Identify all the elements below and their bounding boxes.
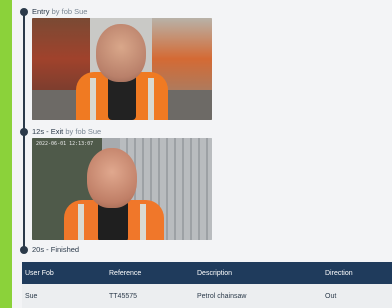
event-action: by fob Sue [51,7,88,16]
column-header-description[interactable]: Description [194,262,322,284]
exit-snapshot-image[interactable]: 2022-06-01 12:13:07 [32,138,212,240]
cell-reference: TT45575 [106,284,194,308]
table-header-row: User Fob Reference Description Direction [22,262,392,284]
column-header-reference[interactable]: Reference [106,262,194,284]
event-label-exit: 12s - Exit by fob Sue [32,127,101,136]
person-head [87,148,137,208]
timeline-dot-exit [20,128,28,136]
screen: Entry by fob Sue 12s - Exit by fob Sue 2… [12,0,392,308]
vest-stripe [78,204,84,240]
vest-stripe [140,204,146,240]
cell-description: Petrol chainsaw [194,284,322,308]
entry-snapshot-image[interactable] [32,18,212,120]
timeline-dot-entry [20,8,28,16]
vest-stripe [148,78,154,120]
column-header-user-fob[interactable]: User Fob [22,262,106,284]
event-label-finished: 20s - Finished [32,245,79,254]
column-header-direction[interactable]: Direction [322,262,392,284]
event-action: by fob Sue [65,127,102,136]
cell-user-fob: Sue [22,284,106,308]
table-row[interactable]: Sue TT45575 Petrol chainsaw Out [22,284,392,308]
event-time: 20s - Finished [32,245,80,254]
timeline-dot-finished [20,246,28,254]
fob-log-table: User Fob Reference Description Direction… [22,262,392,308]
snapshot-timestamp: 2022-06-01 12:13:07 [36,141,94,147]
person-head [96,24,146,82]
event-time: Entry [32,7,50,16]
event-label-entry: Entry by fob Sue [32,7,87,16]
event-time: 12s - Exit [32,127,64,136]
cell-direction: Out [322,284,392,308]
vest-stripe [90,78,96,120]
